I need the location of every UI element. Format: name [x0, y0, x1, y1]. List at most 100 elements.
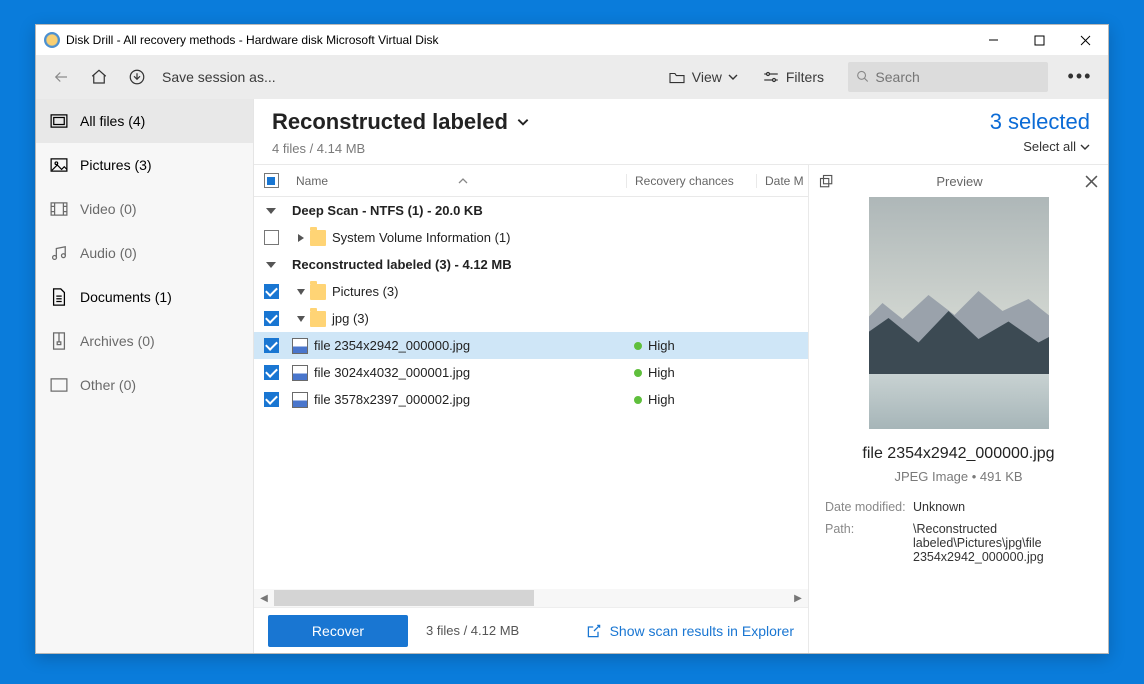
scroll-right-icon[interactable]: ▶ [790, 590, 806, 606]
video-icon [50, 200, 68, 218]
sidebar-item-archives[interactable]: Archives (0) [36, 319, 253, 363]
show-in-explorer-link[interactable]: Show scan results in Explorer [586, 623, 794, 639]
row-checkbox[interactable] [264, 284, 279, 299]
close-preview-icon[interactable] [1085, 175, 1098, 188]
window-title: Disk Drill - All recovery methods - Hard… [66, 33, 970, 47]
row-label: file 3578x2397_000002.jpg [314, 392, 470, 407]
folder-icon [310, 284, 326, 300]
save-session-label[interactable]: Save session as... [162, 69, 276, 85]
home-button[interactable] [82, 60, 116, 94]
image-file-icon [292, 365, 308, 381]
chevron-down-icon [728, 72, 738, 82]
sidebar-item-audio[interactable]: Audio (0) [36, 231, 253, 275]
minimize-button[interactable] [970, 25, 1016, 55]
collapse-icon[interactable] [265, 205, 277, 217]
status-dot-icon [634, 369, 642, 377]
folder-row-svi[interactable]: System Volume Information (1) [254, 224, 808, 251]
group-row-reconstructed[interactable]: Reconstructed labeled (3) - 4.12 MB [254, 251, 808, 278]
preview-title: Preview [834, 174, 1085, 189]
row-label: file 3024x4032_000001.jpg [314, 365, 470, 380]
toolbar: Save session as... View Filters ••• [36, 55, 1108, 99]
view-dropdown[interactable]: View [658, 60, 748, 94]
file-row-2[interactable]: file 3578x2397_000002.jpg High [254, 386, 808, 413]
filters-button[interactable]: Filters [752, 60, 834, 94]
chevron-down-icon [516, 115, 530, 129]
page-title: Reconstructed labeled [272, 109, 508, 135]
maximize-button[interactable] [1016, 25, 1062, 55]
preview-pane: Preview file 2354x2942_000000.jpg JPEG I… [808, 165, 1108, 653]
row-label: jpg (3) [332, 311, 369, 326]
col-recovery[interactable]: Recovery chances [626, 174, 756, 188]
scroll-thumb[interactable] [274, 590, 534, 606]
row-label: file 2354x2942_000000.jpg [314, 338, 470, 353]
col-date[interactable]: Date M [756, 174, 808, 188]
folder-icon [668, 70, 686, 84]
column-header: Name Recovery chances Date M [254, 165, 808, 197]
search-input[interactable] [875, 69, 1040, 85]
footer: Recover 3 files / 4.12 MB Show scan resu… [254, 607, 808, 653]
sidebar-label: Documents (1) [80, 289, 172, 305]
path-value: \Reconstructed labeled\Pictures\jpg\file… [913, 522, 1092, 564]
main: Reconstructed labeled 4 files / 4.14 MB … [254, 99, 1108, 653]
select-all-dropdown[interactable]: Select all [990, 139, 1090, 154]
more-button[interactable]: ••• [1060, 66, 1100, 87]
row-checkbox[interactable] [264, 311, 279, 326]
page-title-dropdown[interactable]: Reconstructed labeled [272, 109, 990, 135]
selected-count: 3 selected [990, 109, 1090, 135]
back-button[interactable] [44, 60, 78, 94]
select-all-label: Select all [1023, 139, 1076, 154]
search-icon [856, 69, 869, 84]
sidebar-item-documents[interactable]: Documents (1) [36, 275, 253, 319]
horizontal-scrollbar[interactable]: ◀ ▶ [254, 589, 808, 607]
preview-meta: JPEG Image • 491 KB [809, 469, 1108, 484]
recover-button[interactable]: Recover [268, 615, 408, 647]
col-name[interactable]: Name [288, 174, 626, 188]
sidebar-item-allfiles[interactable]: All files (4) [36, 99, 253, 143]
sliders-icon [762, 70, 780, 84]
row-checkbox[interactable] [264, 392, 279, 407]
sidebar-item-pictures[interactable]: Pictures (3) [36, 143, 253, 187]
status-dot-icon [634, 396, 642, 404]
page-subtitle: 4 files / 4.14 MB [272, 141, 990, 156]
save-session-button[interactable] [120, 60, 154, 94]
group-row-deepscan[interactable]: Deep Scan - NTFS (1) - 20.0 KB [254, 197, 808, 224]
collapse-icon[interactable] [292, 310, 310, 328]
body: All files (4) Pictures (3) Video (0) Aud… [36, 99, 1108, 653]
copy-icon[interactable] [819, 174, 834, 189]
preview-header: Preview [809, 165, 1108, 197]
collapse-icon[interactable] [292, 283, 310, 301]
sidebar-item-other[interactable]: Other (0) [36, 363, 253, 407]
folder-icon [310, 311, 326, 327]
select-all-checkbox[interactable] [264, 173, 279, 188]
folder-row-jpg[interactable]: jpg (3) [254, 305, 808, 332]
documents-icon [50, 288, 68, 306]
explorer-label: Show scan results in Explorer [610, 623, 794, 639]
search-box[interactable] [848, 62, 1048, 92]
folder-row-pictures[interactable]: Pictures (3) [254, 278, 808, 305]
row-checkbox[interactable] [264, 338, 279, 353]
expand-icon[interactable] [292, 229, 310, 247]
date-modified-label: Date modified: [825, 500, 913, 514]
list-pane: Name Recovery chances Date M Deep Scan -… [254, 165, 808, 653]
scroll-left-icon[interactable]: ◀ [256, 590, 272, 606]
sidebar-item-video[interactable]: Video (0) [36, 187, 253, 231]
path-label: Path: [825, 522, 913, 564]
row-checkbox[interactable] [264, 365, 279, 380]
sidebar: All files (4) Pictures (3) Video (0) Aud… [36, 99, 254, 653]
rows: Deep Scan - NTFS (1) - 20.0 KB System Vo… [254, 197, 808, 589]
recovery-label: High [648, 392, 675, 407]
file-row-0[interactable]: file 2354x2942_000000.jpg High [254, 332, 808, 359]
row-label: System Volume Information (1) [332, 230, 510, 245]
window-controls [970, 25, 1108, 55]
image-file-icon [292, 392, 308, 408]
row-label: Reconstructed labeled (3) - 4.12 MB [292, 257, 512, 272]
pictures-icon [50, 156, 68, 174]
archives-icon [50, 332, 68, 350]
close-button[interactable] [1062, 25, 1108, 55]
folder-icon [310, 230, 326, 246]
preview-image [869, 197, 1049, 429]
row-checkbox[interactable] [264, 230, 279, 245]
collapse-icon[interactable] [265, 259, 277, 271]
file-row-1[interactable]: file 3024x4032_000001.jpg High [254, 359, 808, 386]
titlebar: Disk Drill - All recovery methods - Hard… [36, 25, 1108, 55]
